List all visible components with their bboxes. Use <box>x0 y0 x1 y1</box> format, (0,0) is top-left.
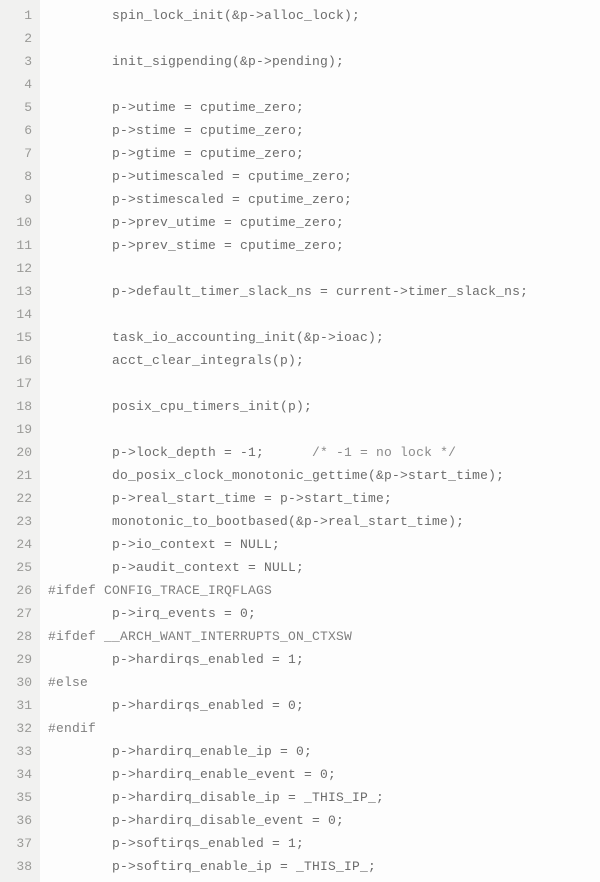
line-number: 35 <box>4 786 32 809</box>
code-line: p->softirq_enable_ip = _THIS_IP_; <box>48 855 528 878</box>
code-line: p->hardirq_enable_ip = 0; <box>48 740 528 763</box>
code-line: p->irq_events = 0; <box>48 602 528 625</box>
line-number: 18 <box>4 395 32 418</box>
line-number: 24 <box>4 533 32 556</box>
code-line: p->hardirqs_enabled = 1; <box>48 648 528 671</box>
line-number: 11 <box>4 234 32 257</box>
code-line: p->hardirqs_enabled = 0; <box>48 694 528 717</box>
line-number: 13 <box>4 280 32 303</box>
code-line <box>48 372 528 395</box>
code-line: acct_clear_integrals(p); <box>48 349 528 372</box>
line-number: 21 <box>4 464 32 487</box>
line-number: 30 <box>4 671 32 694</box>
line-number-gutter: 1234567891011121314151617181920212223242… <box>0 0 40 882</box>
line-number: 15 <box>4 326 32 349</box>
line-number: 2 <box>4 27 32 50</box>
line-number: 25 <box>4 556 32 579</box>
code-line: #endif <box>48 717 528 740</box>
code-line: #else <box>48 671 528 694</box>
line-number: 5 <box>4 96 32 119</box>
line-number: 3 <box>4 50 32 73</box>
code-line: p->utime = cputime_zero; <box>48 96 528 119</box>
code-line: p->softirqs_enabled = 1; <box>48 832 528 855</box>
line-number: 14 <box>4 303 32 326</box>
line-number: 4 <box>4 73 32 96</box>
code-line: spin_lock_init(&p->alloc_lock); <box>48 4 528 27</box>
line-number: 23 <box>4 510 32 533</box>
code-line: p->hardirq_disable_event = 0; <box>48 809 528 832</box>
code-line: task_io_accounting_init(&p->ioac); <box>48 326 528 349</box>
code-line: p->audit_context = NULL; <box>48 556 528 579</box>
line-number: 29 <box>4 648 32 671</box>
line-number: 28 <box>4 625 32 648</box>
line-number: 36 <box>4 809 32 832</box>
code-area: spin_lock_init(&p->alloc_lock); init_sig… <box>40 0 536 882</box>
code-line: p->gtime = cputime_zero; <box>48 142 528 165</box>
code-line: posix_cpu_timers_init(p); <box>48 395 528 418</box>
line-number: 12 <box>4 257 32 280</box>
code-line: p->prev_stime = cputime_zero; <box>48 234 528 257</box>
line-number: 31 <box>4 694 32 717</box>
code-line <box>48 418 528 441</box>
code-line: p->real_start_time = p->start_time; <box>48 487 528 510</box>
line-number: 6 <box>4 119 32 142</box>
line-number: 10 <box>4 211 32 234</box>
code-line: p->io_context = NULL; <box>48 533 528 556</box>
line-number: 22 <box>4 487 32 510</box>
code-line: do_posix_clock_monotonic_gettime(&p->sta… <box>48 464 528 487</box>
code-line: monotonic_to_bootbased(&p->real_start_ti… <box>48 510 528 533</box>
line-number: 1 <box>4 4 32 27</box>
line-number: 38 <box>4 855 32 878</box>
code-line <box>48 257 528 280</box>
code-line: p->stime = cputime_zero; <box>48 119 528 142</box>
code-line: p->stimescaled = cputime_zero; <box>48 188 528 211</box>
line-number: 33 <box>4 740 32 763</box>
code-line: #ifdef CONFIG_TRACE_IRQFLAGS <box>48 579 528 602</box>
line-number: 32 <box>4 717 32 740</box>
code-line: p->hardirq_enable_event = 0; <box>48 763 528 786</box>
line-number: 20 <box>4 441 32 464</box>
code-line: p->prev_utime = cputime_zero; <box>48 211 528 234</box>
code-line: init_sigpending(&p->pending); <box>48 50 528 73</box>
line-number: 16 <box>4 349 32 372</box>
code-line: #ifdef __ARCH_WANT_INTERRUPTS_ON_CTXSW <box>48 625 528 648</box>
line-number: 7 <box>4 142 32 165</box>
code-line: p->hardirq_disable_ip = _THIS_IP_; <box>48 786 528 809</box>
code-line <box>48 303 528 326</box>
line-number: 19 <box>4 418 32 441</box>
line-number: 8 <box>4 165 32 188</box>
line-number: 34 <box>4 763 32 786</box>
line-number: 9 <box>4 188 32 211</box>
line-number: 27 <box>4 602 32 625</box>
code-line: p->utimescaled = cputime_zero; <box>48 165 528 188</box>
code-editor: 1234567891011121314151617181920212223242… <box>0 0 600 882</box>
line-number: 17 <box>4 372 32 395</box>
code-line: p->default_timer_slack_ns = current->tim… <box>48 280 528 303</box>
line-number: 37 <box>4 832 32 855</box>
code-line <box>48 27 528 50</box>
code-line: p->lock_depth = -1; /* -1 = no lock */ <box>48 441 528 464</box>
line-number: 26 <box>4 579 32 602</box>
code-line <box>48 73 528 96</box>
